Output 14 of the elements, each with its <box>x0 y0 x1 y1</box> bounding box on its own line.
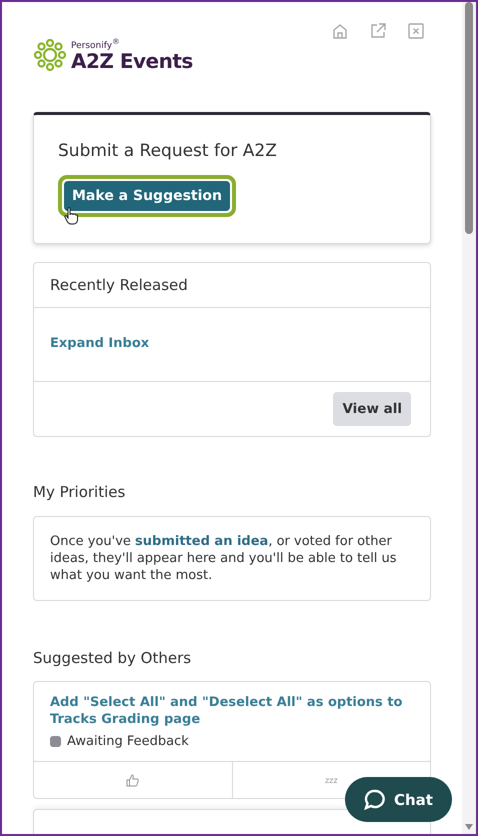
section-title: Suggested by Others <box>33 649 192 667</box>
card-title: Submit a Request for A2Z <box>58 141 278 161</box>
suggestion-button[interactable]: Make a Suggestion <box>64 181 230 211</box>
idea-title[interactable]: Add "Select All" and "Deselect All" as options to Tracks Grading page <box>50 694 414 728</box>
brand-subtitle: Personify$^{®}$ <box>71 38 121 51</box>
submit-idea-link[interactable]: submitted an idea <box>135 534 268 549</box>
release-link[interactable]: Expand Inbox <box>50 336 150 351</box>
brand-title: A2Z Events <box>71 51 193 72</box>
card-title: Recently Released <box>34 263 430 308</box>
view-all-button[interactable]: View all <box>333 392 411 426</box>
status-label: Awaiting Feedback <box>67 734 189 749</box>
section-title: My Priorities <box>33 483 126 501</box>
chat-button[interactable]: Chat <box>345 777 452 822</box>
priorities-message: Once you've submitted an idea, or voted for other ideas, they'll appear here and you'll be able to tell us what you want the most. <box>50 534 397 583</box>
